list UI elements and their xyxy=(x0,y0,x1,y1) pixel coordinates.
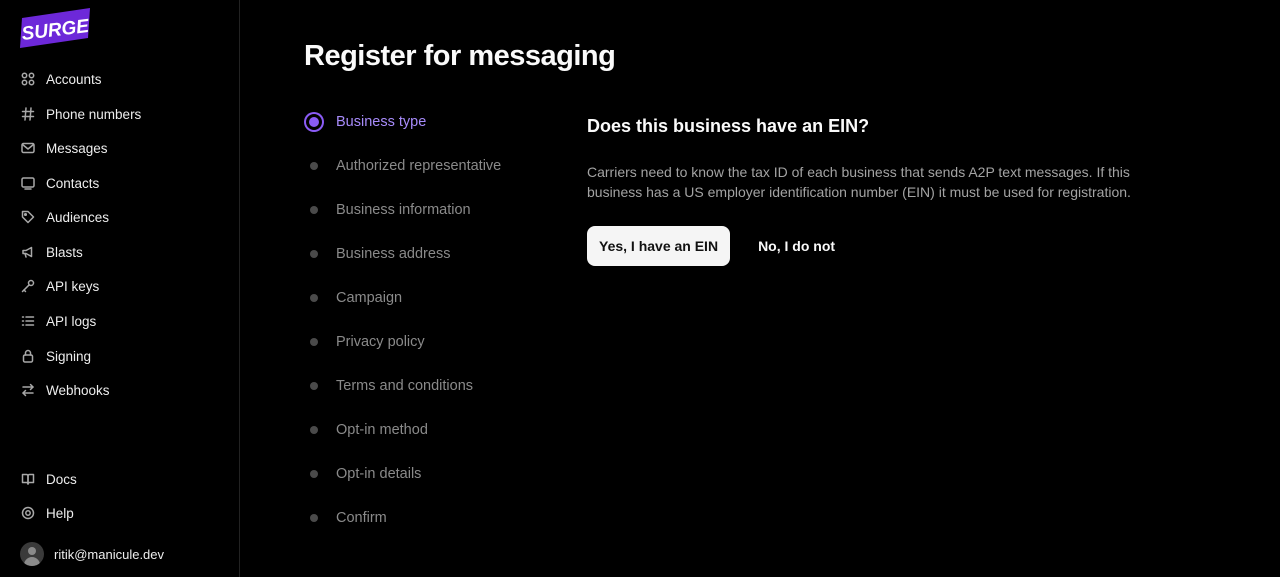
sidebar-item-phone-numbers[interactable]: Phone numbers xyxy=(0,97,239,131)
yes-ein-button[interactable]: Yes, I have an EIN xyxy=(587,226,731,266)
sidebar-item-label: Messages xyxy=(46,140,108,156)
sidebar-item-label: Contacts xyxy=(46,175,100,191)
sidebar-item-label: Blasts xyxy=(46,244,83,260)
envelope-icon xyxy=(20,140,36,156)
step-label: Authorized representative xyxy=(336,158,502,174)
sidebar-item-label: Webhooks xyxy=(46,382,110,398)
sidebar-item-contacts[interactable]: Contacts xyxy=(0,166,239,200)
sidebar-item-audiences[interactable]: Audiences xyxy=(0,200,239,234)
arrows-exchange-icon xyxy=(20,382,36,398)
step-campaign[interactable]: Campaign xyxy=(304,276,564,320)
tag-icon xyxy=(20,209,36,225)
step-indicator xyxy=(310,514,318,522)
list-icon xyxy=(20,313,36,329)
sidebar-item-label: Help xyxy=(46,505,74,521)
step-indicator xyxy=(310,426,318,434)
step-indicator-active xyxy=(309,117,319,127)
step-indicator xyxy=(310,250,318,258)
help-icon xyxy=(20,505,36,521)
megaphone-icon xyxy=(20,244,36,260)
step-indicator xyxy=(310,294,318,302)
contact-card-icon xyxy=(20,175,36,191)
sidebar-item-docs[interactable]: Docs xyxy=(0,462,239,496)
book-icon xyxy=(20,471,36,487)
ein-question: Does this business have an EIN? xyxy=(587,116,870,136)
sidebar-item-label: Signing xyxy=(46,348,92,364)
step-label: Opt-in details xyxy=(336,466,422,482)
sidebar-item-accounts[interactable]: Accounts xyxy=(0,62,239,96)
sidebar-item-help[interactable]: Help xyxy=(0,496,239,530)
sidebar-item-label: Docs xyxy=(46,471,77,487)
sidebar-item-api-logs[interactable]: API logs xyxy=(0,304,239,338)
sidebar-item-label: API logs xyxy=(46,313,97,329)
user-email: ritik@manicule.dev xyxy=(54,546,165,562)
step-opt-in-details[interactable]: Opt-in details xyxy=(304,452,564,496)
accounts-icon xyxy=(20,71,36,87)
step-privacy-policy[interactable]: Privacy policy xyxy=(304,320,564,364)
sidebar-item-label: Audiences xyxy=(46,209,110,225)
step-label: Business information xyxy=(336,202,471,218)
sidebar-item-messages[interactable]: Messages xyxy=(0,131,239,165)
step-business-address[interactable]: Business address xyxy=(304,232,564,276)
sidebar-item-label: Accounts xyxy=(46,71,102,87)
step-indicator xyxy=(310,162,318,170)
step-indicator xyxy=(310,338,318,346)
step-label: Confirm xyxy=(336,510,387,526)
step-business-type[interactable]: Business type xyxy=(304,100,564,144)
sidebar-item-webhooks[interactable]: Webhooks xyxy=(0,373,239,407)
main-content: Register for messaging Business type Aut… xyxy=(240,0,1280,577)
step-authorized-representative[interactable]: Authorized representative xyxy=(304,144,564,188)
step-opt-in-method[interactable]: Opt-in method xyxy=(304,408,564,452)
step-content: Does this business have an EIN? Carriers… xyxy=(587,116,1187,266)
sidebar-item-signing[interactable]: Signing xyxy=(0,339,239,373)
key-icon xyxy=(20,278,36,294)
page-title: Register for messaging xyxy=(304,40,616,72)
lock-icon xyxy=(20,348,36,364)
step-label: Campaign xyxy=(336,290,403,306)
step-label: Business type xyxy=(336,114,427,130)
sidebar-item-blasts[interactable]: Blasts xyxy=(0,235,239,269)
step-indicator xyxy=(310,206,318,214)
answer-buttons: Yes, I have an EIN No, I do not xyxy=(587,226,1187,266)
step-indicator xyxy=(310,470,318,478)
user-menu[interactable]: ritik@manicule.dev xyxy=(20,542,164,566)
step-confirm[interactable]: Confirm xyxy=(304,496,564,540)
surge-logo[interactable]: SURGE xyxy=(20,8,92,48)
avatar xyxy=(20,542,44,566)
sidebar: SURGE Accounts Phone numbers Messages Co… xyxy=(0,0,240,577)
step-business-information[interactable]: Business information xyxy=(304,188,564,232)
step-terms-and-conditions[interactable]: Terms and conditions xyxy=(304,364,564,408)
sidebar-item-label: Phone numbers xyxy=(46,106,142,122)
step-label: Privacy policy xyxy=(336,334,425,350)
sidebar-item-label: API keys xyxy=(46,278,100,294)
step-label: Business address xyxy=(336,246,451,262)
ein-description: Carriers need to know the tax ID of each… xyxy=(587,164,1131,200)
sidebar-item-api-keys[interactable]: API keys xyxy=(0,269,239,303)
no-ein-button[interactable]: No, I do not xyxy=(746,226,847,266)
step-label: Opt-in method xyxy=(336,422,428,438)
step-label: Terms and conditions xyxy=(336,378,474,394)
hash-icon xyxy=(20,106,36,122)
step-indicator xyxy=(310,382,318,390)
